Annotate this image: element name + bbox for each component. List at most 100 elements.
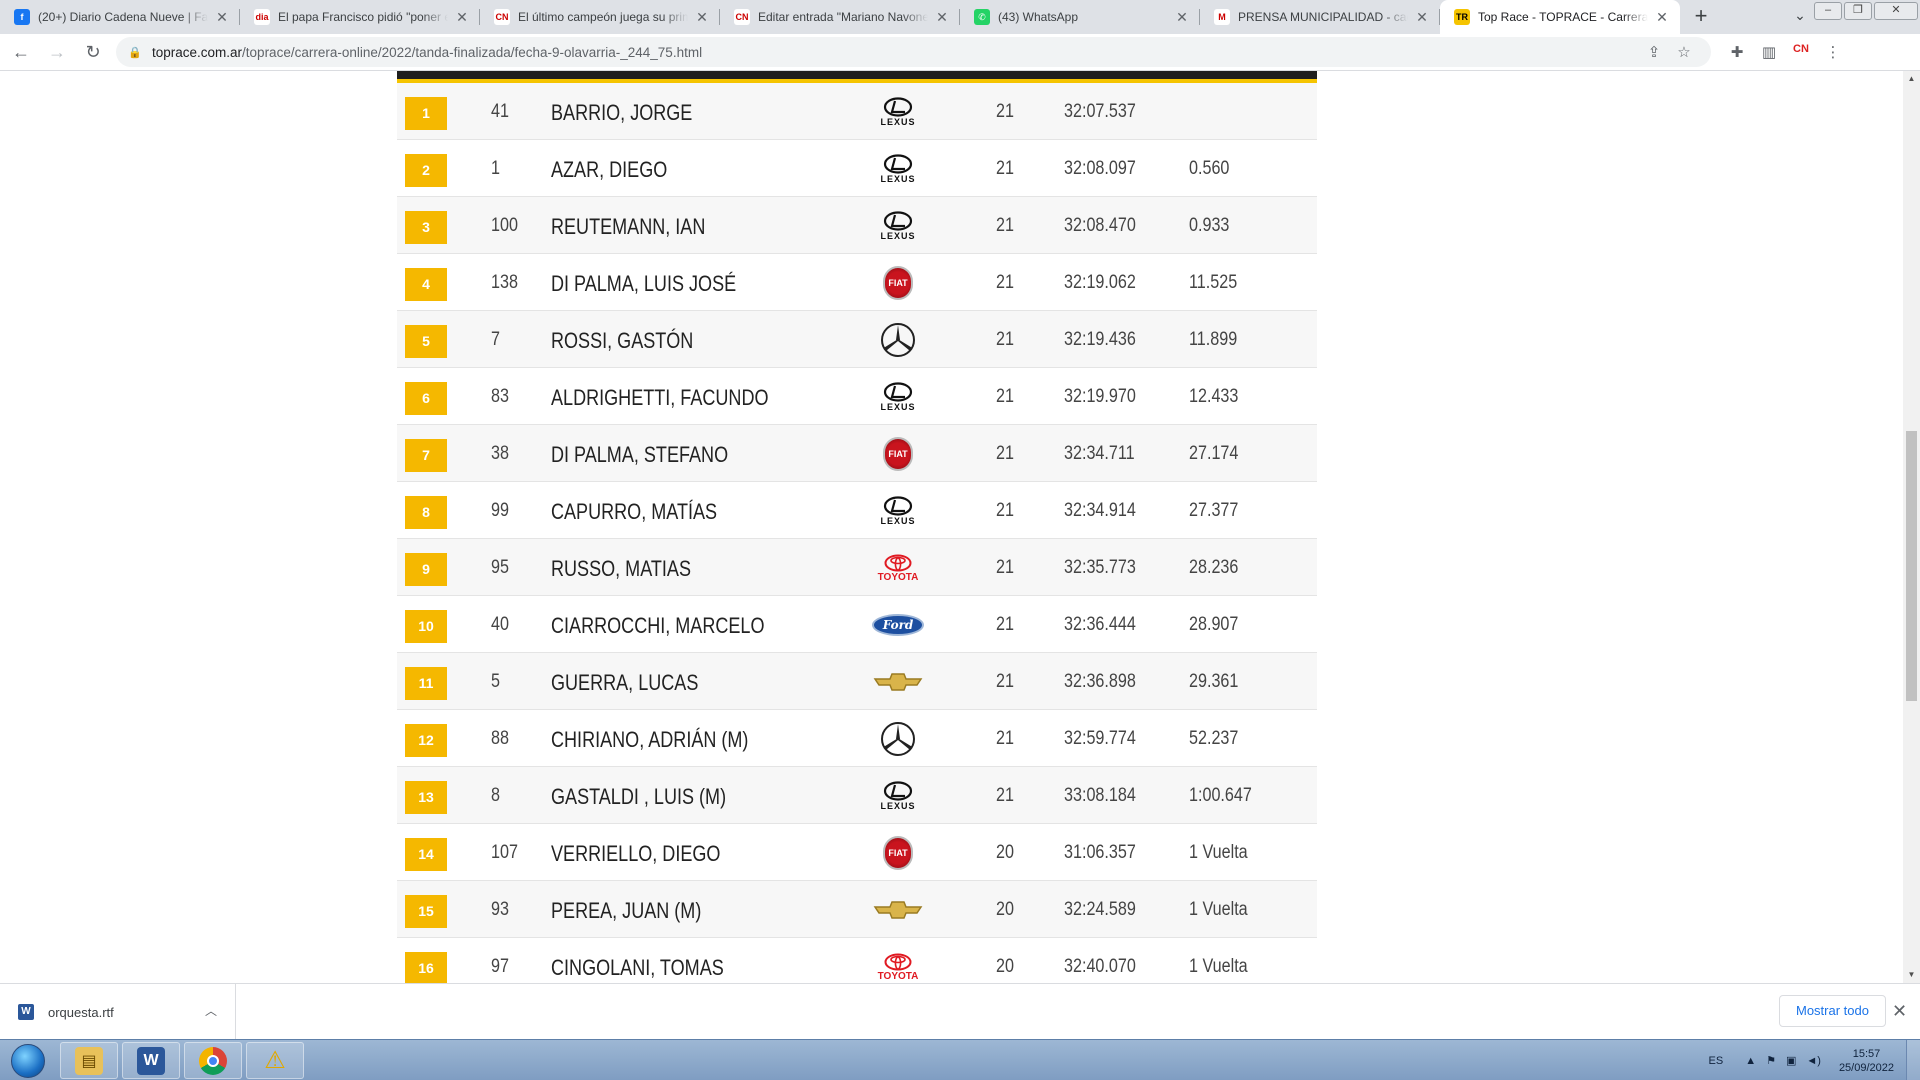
results-table: 1 41 BARRIO, JORGE LEXUS 21 32:07.537 2 1 AZAR, … (397, 71, 1317, 983)
minimize-button[interactable]: – (1814, 2, 1842, 20)
clock-date: 25/09/2022 (1838, 1061, 1894, 1074)
warning-taskbar-button[interactable]: ⚠ (246, 1042, 304, 1079)
race-time: 32:19.062 (1064, 272, 1136, 293)
laps-count: 21 (996, 557, 1014, 578)
action-center-flag-icon[interactable]: ⚑ (1766, 1054, 1776, 1067)
lexus-emblem (883, 211, 913, 231)
tab-search-icon[interactable]: ⌄ (1790, 7, 1810, 27)
download-item[interactable]: W orquesta.rtf ︿ (0, 984, 236, 1040)
window-controls: – ❐ ✕ (1814, 0, 1920, 20)
tab-close-icon[interactable]: ✕ (1654, 9, 1670, 25)
menu-kebab-icon[interactable]: ⋮ (1817, 43, 1849, 61)
scroll-up-arrow-icon[interactable]: ▲ (1903, 71, 1920, 87)
tab-title: (43) WhatsApp (998, 10, 1079, 24)
laps-count: 21 (996, 671, 1014, 692)
result-row: 6 83 ALDRIGHETTI, FACUNDO LEXUS 21 32:19.970 1… (397, 368, 1317, 425)
new-tab-button[interactable]: + (1686, 2, 1716, 32)
race-time: 31:06.357 (1064, 842, 1136, 863)
driver-name: RUSSO, MATIAS (551, 556, 692, 581)
tab-title: El último campeón juega su prim (518, 10, 688, 24)
network-icon[interactable]: ▣ (1786, 1054, 1796, 1067)
restore-button[interactable]: ❐ (1844, 2, 1872, 20)
driver-name: REUTEMANN, IAN (551, 214, 706, 239)
tab-close-icon[interactable]: ✕ (1174, 9, 1190, 25)
reload-button[interactable]: ↻ (78, 37, 108, 67)
result-row: 14 107 VERRIELLO, DIEGO FIAT 20 31:06.357 1 Vu… (397, 824, 1317, 881)
bookmark-star-icon[interactable]: ☆ (1669, 43, 1699, 61)
cn-extension-icon[interactable]: CN (1785, 43, 1817, 61)
browser-tab[interactable]: f (20+) Diario Cadena Nueve | Face ✕ (0, 0, 240, 34)
car-number: 1 (491, 158, 500, 179)
start-button[interactable] (4, 1042, 52, 1080)
position-badge: 4 (405, 268, 447, 301)
url-text[interactable]: toprace.com.ar/toprace/carrera-online/20… (152, 45, 1639, 60)
warning-icon: ⚠ (264, 1047, 286, 1074)
vertical-scrollbar[interactable]: ▲ ▼ (1903, 71, 1920, 983)
browser-tab[interactable]: CN Editar entrada "Mariano Navone ✕ (720, 0, 960, 34)
lexus-wordmark: LEXUS (880, 117, 916, 127)
browser-toolbar: ← → ↻ 🔒 toprace.com.ar/toprace/carrera-o… (0, 34, 1920, 71)
result-row: 4 138 DI PALMA, LUIS JOSÉ FIAT 21 32:19.062 11… (397, 254, 1317, 311)
browser-tab[interactable]: TR Top Race - TOPRACE - Carrera O ✕ (1440, 0, 1680, 34)
gap-to-leader: 1 Vuelta (1189, 899, 1248, 920)
tab-close-icon[interactable]: ✕ (214, 9, 230, 25)
car-number: 7 (491, 329, 500, 350)
tab-close-icon[interactable]: ✕ (694, 9, 710, 25)
gap-to-leader: 11.525 (1189, 272, 1238, 293)
clock[interactable]: 15:57 25/09/2022 (1839, 1047, 1894, 1075)
download-shelf: W orquesta.rtf ︿ Mostrar todo ✕ (0, 983, 1920, 1040)
chrome-taskbar-button[interactable] (184, 1042, 242, 1079)
fiat-wordmark: FIAT (888, 449, 908, 459)
lexus-emblem (883, 382, 913, 402)
car-number: 5 (491, 671, 500, 692)
tab-close-icon[interactable]: ✕ (1414, 9, 1430, 25)
side-panel-icon[interactable]: ▥ (1753, 43, 1785, 61)
show-all-downloads-button[interactable]: Mostrar todo (1779, 995, 1886, 1027)
browser-tab[interactable]: ✆ (43) WhatsApp ✕ (960, 0, 1200, 34)
url-path: /toprace/carrera-online/2022/tanda-final… (242, 44, 703, 60)
car-number: 88 (491, 728, 509, 749)
browser-tab[interactable]: M PRENSA MUNICIPALIDAD - cade ✕ (1200, 0, 1440, 34)
back-button[interactable]: ← (6, 37, 36, 67)
tab-close-icon[interactable]: ✕ (454, 9, 470, 25)
race-time: 32:07.537 (1064, 101, 1136, 122)
extensions-puzzle-icon[interactable]: ✚ (1721, 43, 1753, 61)
position-badge: 11 (405, 667, 447, 700)
mercedes-star (881, 323, 915, 357)
show-desktop-button[interactable] (1906, 1040, 1920, 1080)
close-window-button[interactable]: ✕ (1874, 2, 1918, 20)
word-taskbar-button[interactable]: W (122, 1042, 180, 1079)
laps-count: 21 (996, 785, 1014, 806)
tab-close-icon[interactable]: ✕ (934, 9, 950, 25)
close-download-shelf-icon[interactable]: ✕ (1892, 1001, 1907, 1022)
chevron-up-icon[interactable]: ︿ (205, 1002, 217, 1019)
laps-count: 20 (996, 956, 1014, 977)
scrollbar-thumb[interactable] (1906, 431, 1917, 701)
race-time: 32:08.470 (1064, 215, 1136, 236)
browser-tab[interactable]: dia El papa Francisco pidió "poner en ✕ (240, 0, 480, 34)
chevrolet-bowtie (873, 673, 923, 691)
gmail-icon: M (1214, 9, 1230, 25)
race-time: 32:19.436 (1064, 329, 1136, 350)
toyota-emblem (884, 953, 912, 970)
driver-name: CIARROCCHI, MARCELO (551, 613, 765, 638)
language-indicator[interactable]: ES (1709, 1055, 1724, 1067)
position-badge: 6 (405, 382, 447, 415)
gap-to-leader: 0.560 (1189, 158, 1230, 179)
share-icon[interactable]: ⇪ (1639, 43, 1669, 61)
car-number: 95 (491, 557, 509, 578)
chevrolet-bowtie (873, 901, 923, 919)
scroll-down-arrow-icon[interactable]: ▼ (1903, 967, 1920, 983)
laps-count: 21 (996, 101, 1014, 122)
show-hidden-icons-icon[interactable]: ▲ (1745, 1055, 1756, 1067)
lexus-emblem (883, 496, 913, 516)
forward-button[interactable]: → (42, 37, 72, 67)
lock-icon[interactable]: 🔒 (128, 46, 142, 59)
address-bar[interactable]: 🔒 toprace.com.ar/toprace/carrera-online/… (116, 37, 1711, 67)
volume-icon[interactable]: ◄) (1806, 1055, 1821, 1067)
file-explorer-button[interactable]: ▤ (60, 1042, 118, 1079)
chrome-icon (199, 1046, 227, 1075)
lexus-logo-icon: LEXUS (871, 151, 925, 187)
tab-strip: f (20+) Diario Cadena Nueve | Face ✕ dia El … (0, 0, 1920, 34)
browser-tab[interactable]: CN El último campeón juega su prim ✕ (480, 0, 720, 34)
